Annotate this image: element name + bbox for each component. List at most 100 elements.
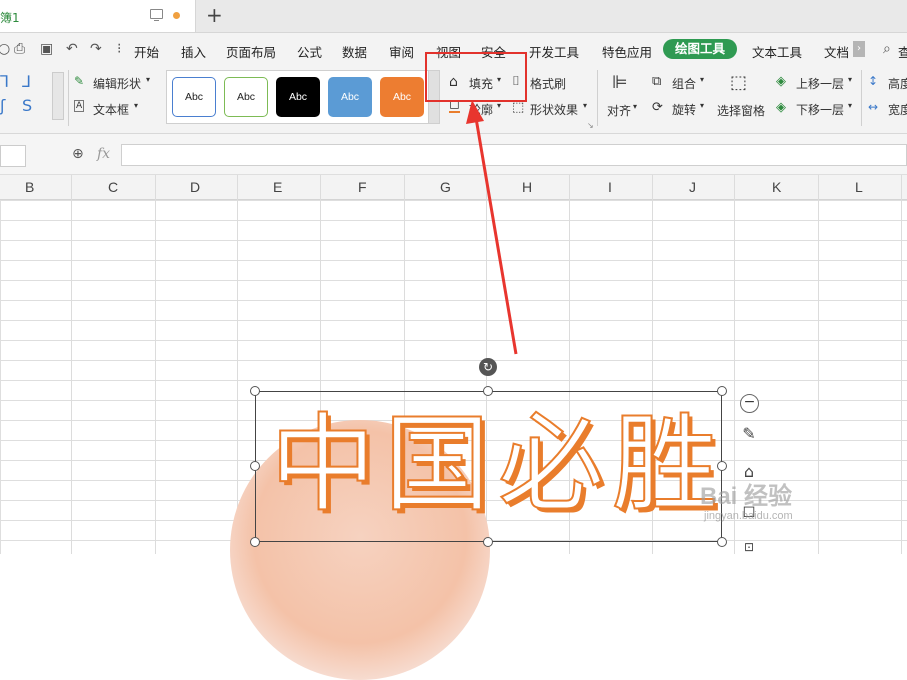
- align-button[interactable]: 对齐: [607, 102, 631, 119]
- chevron-down-icon[interactable]: ▾: [583, 101, 587, 110]
- monitor-icon[interactable]: [150, 9, 163, 21]
- divider: [68, 70, 69, 126]
- new-tab-button[interactable]: +: [206, 3, 223, 27]
- menu-drawing-tools[interactable]: 绘图工具: [663, 39, 737, 59]
- group-button[interactable]: 组合: [672, 75, 696, 92]
- send-backward-icon: ◈: [776, 100, 786, 115]
- document-tab[interactable]: 簿1: [0, 0, 196, 32]
- style-preset[interactable]: Abc: [328, 77, 372, 117]
- column-header-b[interactable]: B: [25, 179, 34, 195]
- column-header-row: [0, 175, 907, 200]
- fx-icon[interactable]: fx: [97, 146, 110, 162]
- menu-page-layout[interactable]: 页面布局: [226, 42, 276, 61]
- style-preset[interactable]: Abc: [172, 77, 216, 117]
- chevron-down-icon[interactable]: ▾: [633, 102, 637, 111]
- menu-text-tools[interactable]: 文本工具: [752, 42, 802, 61]
- column-header-c[interactable]: C: [108, 179, 118, 195]
- style-brush-icon[interactable]: ✎: [738, 423, 760, 445]
- style-preset[interactable]: Abc: [224, 77, 268, 117]
- menu-special-apps[interactable]: 特色应用: [602, 42, 652, 61]
- column-divider: [155, 175, 156, 554]
- text-box-button[interactable]: 文本框: [93, 101, 129, 118]
- zoom-icon[interactable]: ⊕: [72, 146, 84, 162]
- column-header-l[interactable]: L: [855, 179, 863, 195]
- formula-input[interactable]: [121, 144, 907, 166]
- s-curve-icon[interactable]: S: [22, 96, 32, 115]
- shape-effect-icon: ⬚: [512, 100, 525, 115]
- word-art-text[interactable]: 中国必胜: [269, 400, 740, 530]
- style-preset[interactable]: Abc: [276, 77, 320, 117]
- more-icon[interactable]: ⁝: [117, 41, 121, 57]
- column-header-f[interactable]: F: [358, 179, 367, 195]
- align-icon: ⊫: [612, 72, 628, 93]
- search-label[interactable]: 查: [898, 42, 907, 61]
- menu-data[interactable]: 数据: [342, 42, 367, 61]
- print-preview-icon[interactable]: ▣: [40, 41, 53, 57]
- undo-icon[interactable]: ↶: [66, 41, 78, 57]
- resize-handle-e[interactable]: [717, 461, 727, 471]
- chevron-down-icon[interactable]: ▾: [700, 101, 704, 110]
- document-tab-title: 簿1: [0, 11, 20, 25]
- chevron-down-icon[interactable]: ▾: [700, 75, 704, 84]
- send-backward-button[interactable]: 下移一层: [796, 101, 844, 118]
- resize-handle-sw[interactable]: [250, 537, 260, 547]
- connector-icon[interactable]: ⅃: [22, 72, 31, 91]
- column-header-d[interactable]: D: [190, 179, 200, 195]
- chevron-down-icon[interactable]: ▾: [848, 101, 852, 110]
- name-box[interactable]: [0, 145, 26, 167]
- menu-formulas[interactable]: 公式: [297, 42, 322, 61]
- column-header-k[interactable]: K: [772, 179, 781, 195]
- menu-developer[interactable]: 开发工具: [529, 42, 579, 61]
- open-icon[interactable]: ○: [0, 41, 10, 57]
- redo-icon[interactable]: ↷: [90, 41, 102, 57]
- menu-document[interactable]: 文档: [824, 42, 849, 61]
- width-field-label: 宽度: [888, 103, 907, 117]
- shapes-scroll[interactable]: [52, 72, 64, 120]
- edit-shape-button[interactable]: 编辑形状: [93, 75, 141, 92]
- resize-handle-ne[interactable]: [717, 386, 727, 396]
- column-header-g[interactable]: G: [440, 179, 451, 195]
- selection-pane-button[interactable]: 选择窗格: [717, 102, 765, 119]
- style-preset[interactable]: Abc: [380, 77, 424, 117]
- dialog-launcher-icon[interactable]: ↘: [587, 121, 594, 130]
- column-divider: [818, 175, 819, 554]
- resize-handle-n[interactable]: [483, 386, 493, 396]
- width-icon: ↔: [868, 100, 879, 114]
- chevron-down-icon[interactable]: ▾: [497, 101, 501, 110]
- menu-insert[interactable]: 插入: [181, 42, 206, 61]
- elbow-connector-icon[interactable]: ⅂: [0, 72, 9, 91]
- rotate-icon: ⟳: [652, 100, 663, 115]
- menu-home[interactable]: 开始: [134, 42, 159, 61]
- unsaved-dot-icon: [173, 12, 180, 19]
- chevron-down-icon[interactable]: ▾: [848, 75, 852, 84]
- highlight-annotation: [425, 52, 527, 102]
- collapse-icon[interactable]: −: [740, 394, 759, 413]
- curve-connector-icon[interactable]: ʃ: [0, 96, 5, 115]
- resize-handle-nw[interactable]: [250, 386, 260, 396]
- bring-forward-button[interactable]: 上移一层: [796, 75, 844, 92]
- chevron-down-icon[interactable]: ▾: [146, 75, 150, 84]
- rotate-handle-icon[interactable]: ↻: [479, 358, 497, 376]
- group-icon: ⧉: [652, 74, 662, 89]
- resize-handle-se[interactable]: [717, 537, 727, 547]
- column-header-h[interactable]: H: [522, 179, 532, 195]
- outline-button[interactable]: 轮廓: [469, 101, 493, 118]
- chevron-down-icon[interactable]: ▾: [134, 101, 138, 110]
- resize-handle-s[interactable]: [483, 537, 493, 547]
- rotate-button[interactable]: 旋转: [672, 101, 696, 118]
- divider: [861, 70, 862, 126]
- watermark-url: jingyan.baidu.com: [704, 510, 793, 522]
- shape-effect-button[interactable]: 形状效果: [530, 101, 578, 118]
- menu-review[interactable]: 审阅: [389, 42, 414, 61]
- column-divider: [237, 175, 238, 554]
- column-header-j[interactable]: J: [689, 179, 696, 195]
- menu-scroll-right-button[interactable]: ›: [853, 41, 865, 57]
- print-icon[interactable]: ⎙: [14, 41, 25, 57]
- column-divider: [71, 175, 72, 554]
- format-painter-button[interactable]: 格式刷: [530, 75, 566, 92]
- column-header-i[interactable]: I: [608, 179, 612, 195]
- text-box-icon[interactable]: ⊡: [738, 536, 760, 558]
- resize-handle-w[interactable]: [250, 461, 260, 471]
- column-header-e[interactable]: E: [273, 179, 282, 195]
- search-icon[interactable]: ⌕: [883, 41, 891, 57]
